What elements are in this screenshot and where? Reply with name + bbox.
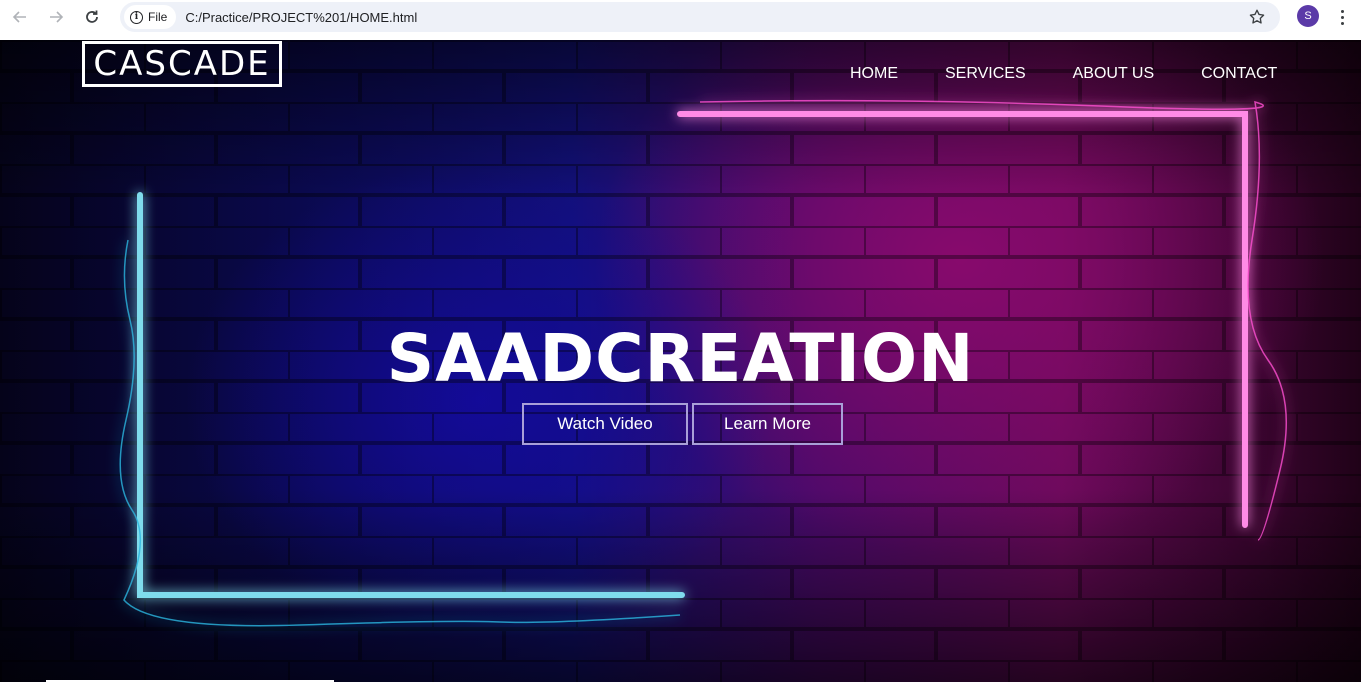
profile-avatar[interactable]: S xyxy=(1297,5,1319,27)
hero-title: SAADCREATION xyxy=(386,320,975,397)
watch-video-button[interactable]: Watch Video xyxy=(522,403,688,445)
nav-contact[interactable]: CONTACT xyxy=(1201,65,1277,83)
browser-toolbar: i File C:/Practice/PROJECT%201/HOME.html… xyxy=(0,0,1361,40)
bookmark-star-icon[interactable] xyxy=(1245,5,1269,29)
learn-more-button[interactable]: Learn More xyxy=(692,403,843,445)
site-info-chip[interactable]: i File xyxy=(124,5,177,29)
browser-menu-icon[interactable] xyxy=(1332,5,1352,29)
address-bar[interactable]: i File C:/Practice/PROJECT%201/HOME.html xyxy=(120,2,1280,32)
url-text[interactable]: C:/Practice/PROJECT%201/HOME.html xyxy=(185,10,417,25)
nav-services[interactable]: SERVICES xyxy=(945,65,1026,83)
back-arrow-icon[interactable] xyxy=(8,5,32,29)
forward-arrow-icon[interactable] xyxy=(44,5,68,29)
site-logo[interactable]: CASCADE xyxy=(82,41,282,87)
reload-icon[interactable] xyxy=(80,5,104,29)
hero-buttons: Watch Video Learn More xyxy=(522,403,843,445)
nav-home[interactable]: HOME xyxy=(850,65,898,83)
nav-about-us[interactable]: ABOUT US xyxy=(1073,65,1155,83)
info-icon: i xyxy=(130,10,143,24)
site-chip-label: File xyxy=(148,10,168,24)
hero-section: CASCADE HOME SERVICES ABOUT US CONTACT S… xyxy=(0,40,1361,682)
site-nav: HOME SERVICES ABOUT US CONTACT xyxy=(850,65,1277,83)
